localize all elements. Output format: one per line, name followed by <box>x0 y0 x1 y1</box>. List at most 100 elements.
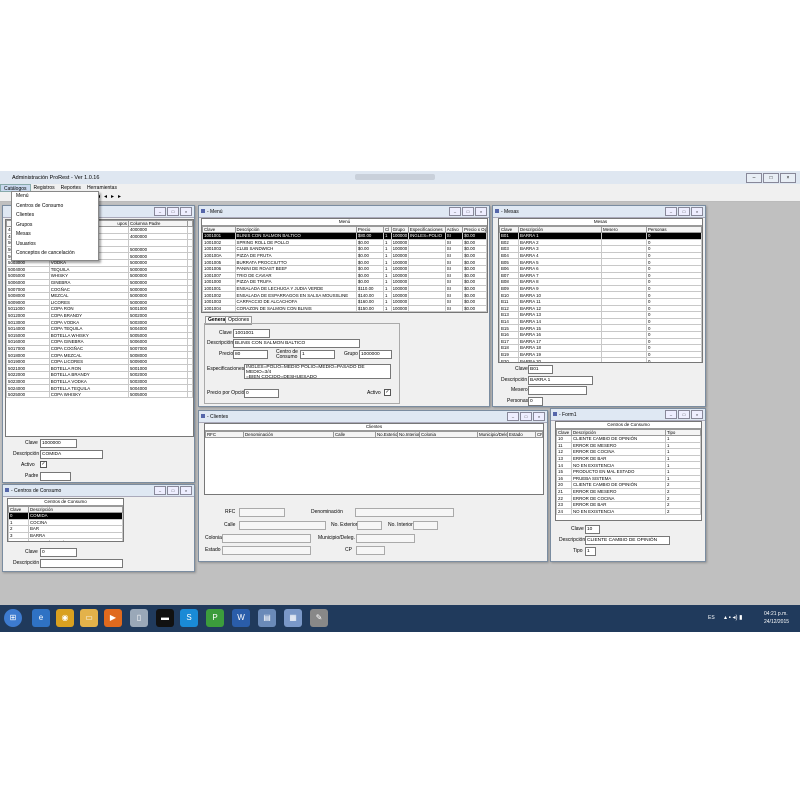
table-row[interactable]: 5016000 COPA GINEBRA 5006000 <box>6 338 193 346</box>
column-header[interactable]: Colonia <box>419 431 478 438</box>
centros-grid[interactable]: Centros de Consumo Clave Descripción 0 CO… <box>7 498 124 542</box>
column-header[interactable]: CP <box>535 431 543 438</box>
minimize-icon[interactable]: – <box>665 207 677 216</box>
ie-icon[interactable]: e <box>32 609 50 627</box>
table-row[interactable]: 5012000 COPA BRANDY 5002000 <box>6 311 193 320</box>
table-row[interactable]: 14 NO EN EXISTENCIA 1 <box>556 461 701 469</box>
clientes-calle-field[interactable] <box>239 521 326 530</box>
menu-precio-field[interactable]: 80 <box>233 350 268 359</box>
maximize-icon[interactable]: □ <box>167 207 179 216</box>
minimize-icon[interactable]: – <box>507 412 519 421</box>
table-row[interactable]: B19 BARRA 19 0 <box>499 350 702 359</box>
menu-clave-field[interactable]: 1001001 <box>233 329 270 338</box>
table-row[interactable]: 1001001 ENSALADA DE LECHUGA Y JUDIA VERDE… <box>202 284 487 293</box>
table-row[interactable]: 1001005BLINIS CON SALMON BALTICO$90.0011… <box>202 311 487 312</box>
terminal-icon[interactable]: ▬ <box>156 609 174 627</box>
table-row[interactable]: 5021000 BOTELLA RON 5001000 <box>6 364 193 373</box>
maximize-icon[interactable]: □ <box>678 410 690 419</box>
clientes-colonia-field[interactable] <box>222 534 311 543</box>
column-header[interactable]: No.Exterior <box>375 431 398 438</box>
close-icon[interactable]: × <box>780 173 796 183</box>
centros-clave-field[interactable]: 0 <box>40 548 77 557</box>
table-row[interactable]: 1001002 ENSALADA DE ESPARRAGOS EN SALSA M… <box>202 291 487 299</box>
dropdown-item-mesas[interactable]: Mesas <box>12 230 98 240</box>
table-row[interactable]: B04 BARRA 4 0 <box>499 251 702 260</box>
close-icon[interactable]: × <box>691 410 703 419</box>
clientes-noext-field[interactable] <box>357 521 382 530</box>
app2-icon[interactable]: ▤ <box>258 609 276 627</box>
table-row[interactable]: 5015000 BOTELLA WHISKY 5005000 <box>6 331 193 340</box>
clientes-rfc-field[interactable] <box>239 508 285 517</box>
table-row[interactable]: 22 ERROR DE COCINA 2 <box>556 494 701 502</box>
close-icon[interactable]: × <box>533 412 545 421</box>
table-row[interactable]: 12 ERROR DE COCINA 1 <box>556 448 701 456</box>
publisher-icon[interactable]: P <box>206 609 224 627</box>
column-header[interactable]: RFC <box>205 431 244 438</box>
form1-grid[interactable]: Centros de Consumo Clave Descripción Tip… <box>555 421 702 521</box>
menu-grid[interactable]: Menú Clave Descripción Precio Cl Grupo Especi… <box>201 218 488 313</box>
column-header[interactable]: Calle <box>333 431 376 438</box>
table-row[interactable]: B08 BARRA 8 0 <box>499 278 702 286</box>
minimize-icon[interactable]: – <box>449 207 461 216</box>
column-header[interactable]: Estado <box>507 431 536 438</box>
table-row[interactable]: 21 ERROR DE MESERO 2 <box>556 487 701 496</box>
mesas-grid[interactable]: Mesas Clave Descripción Mesero Personas … <box>498 218 703 363</box>
table-row[interactable]: B13 BARRA 13 0 <box>499 311 702 319</box>
table-row[interactable]: 5005000 WHISKY 5000000 <box>6 272 193 280</box>
dropdown-item-conceptos[interactable]: Conceptos de cancelación <box>12 249 98 259</box>
minimize-icon[interactable]: – <box>746 173 762 183</box>
mesas-clave-field[interactable]: B01 <box>528 365 553 374</box>
table-row[interactable]: 5017000 COPA COGÑAC 5007000 <box>6 344 193 353</box>
table-row[interactable]: 1001000 PIZZA DE TRUFA $0.00 1 100000 SI $0.00 <box>202 278 487 286</box>
dropdown-item-menu[interactable]: Menú <box>12 192 98 202</box>
clock-date[interactable]: 24/12/2015 <box>764 619 789 625</box>
mesas-desc-field[interactable]: BARRA 1 <box>528 376 593 385</box>
tool-icon[interactable]: ✎ <box>310 609 328 627</box>
mesas-personas-field[interactable]: 0 <box>528 397 543 406</box>
table-row[interactable]: 1001006 PANINI DE ROAST BEEF $0.00 1 100000 S… <box>202 264 487 273</box>
app-icon[interactable]: ▯ <box>130 609 148 627</box>
language-indicator[interactable]: ES <box>708 615 715 621</box>
column-header[interactable]: No.Interior <box>397 431 420 438</box>
table-row[interactable]: 5024000 BOTELLA TEQUILA 5004000 <box>6 384 193 392</box>
clientes-noint-field[interactable] <box>413 521 438 530</box>
table-row[interactable]: B01 BARRA 1 0 <box>499 232 702 240</box>
menu-activo-checkbox[interactable]: ✓ <box>384 389 391 396</box>
minimize-icon[interactable]: – <box>665 410 677 419</box>
table-row[interactable]: 5009000 LICORES 5000000 <box>6 298 193 307</box>
minimize-icon[interactable]: – <box>154 207 166 216</box>
prorest-icon[interactable]: ▦ <box>284 609 302 627</box>
next-record-icon[interactable]: ▸ <box>111 193 114 200</box>
tray-icons[interactable]: ▴ ▪ ◂) ▮ <box>724 614 742 621</box>
table-row[interactable]: 2 BAR <box>8 525 123 533</box>
dropdown-item-grupos[interactable]: Grupos <box>12 221 98 231</box>
close-icon[interactable]: × <box>475 207 487 216</box>
table-row[interactable]: 16 PRUEBA SISTEMA 1 <box>556 474 701 483</box>
table-row[interactable]: 3 BARRA <box>8 531 123 540</box>
table-row[interactable]: B06 BARRA 6 0 <box>499 264 702 273</box>
dropdown-item-centros[interactable]: Centros de Consumo <box>12 202 98 212</box>
grupos-clave-field[interactable]: 1000000 <box>40 439 77 448</box>
table-row[interactable]: B20 BARRA 20 0 <box>499 357 702 362</box>
table-row[interactable]: B18 BARRA 18 0 <box>499 344 702 352</box>
minimize-icon[interactable]: – <box>154 486 166 495</box>
table-row[interactable]: 100100A PIZZA DE FRUTA $0.00 1 100000 SI $0.00 <box>202 251 487 260</box>
mesas-mesero-select[interactable] <box>528 386 587 395</box>
centros-desc-field[interactable] <box>40 559 123 568</box>
form1-clave-field[interactable]: 10 <box>585 525 600 534</box>
table-row[interactable]: 13 ERROR DE BAR 1 <box>556 454 701 463</box>
menu-precio-op-field[interactable]: 0 <box>244 389 279 398</box>
table-row[interactable]: 1001003 CLUB SANDWICH $0.00 1 100000 SI $0.00 <box>202 245 487 253</box>
maximize-icon[interactable]: □ <box>763 173 779 183</box>
table-row[interactable]: 1001001 BLINIS CON SALMON BALTICO $80.00 1 1… <box>202 232 487 240</box>
table-row[interactable]: B05 BARRA 5 0 <box>499 258 702 266</box>
table-row[interactable]: 5006000 GINEBRA 5000000 <box>6 278 193 287</box>
table-row[interactable]: 5023000 BOTELLA VODKA 5003000 <box>6 377 193 386</box>
table-row[interactable]: 1001002 SPRING ROLL DE POLLO $0.00 1 100000 S… <box>202 238 487 247</box>
menu-grupo-select[interactable]: 1000000 <box>359 350 392 359</box>
table-row[interactable]: 5018000 COPA MEZCAL 5008000 <box>6 351 193 359</box>
maximize-icon[interactable]: □ <box>520 412 532 421</box>
dropdown-item-usuarios[interactable]: Usuarios <box>12 240 98 250</box>
skype-icon[interactable]: S <box>180 609 198 627</box>
clientes-grid[interactable]: Clientes RFC Denominación Calle No.Exterior… <box>204 423 544 495</box>
